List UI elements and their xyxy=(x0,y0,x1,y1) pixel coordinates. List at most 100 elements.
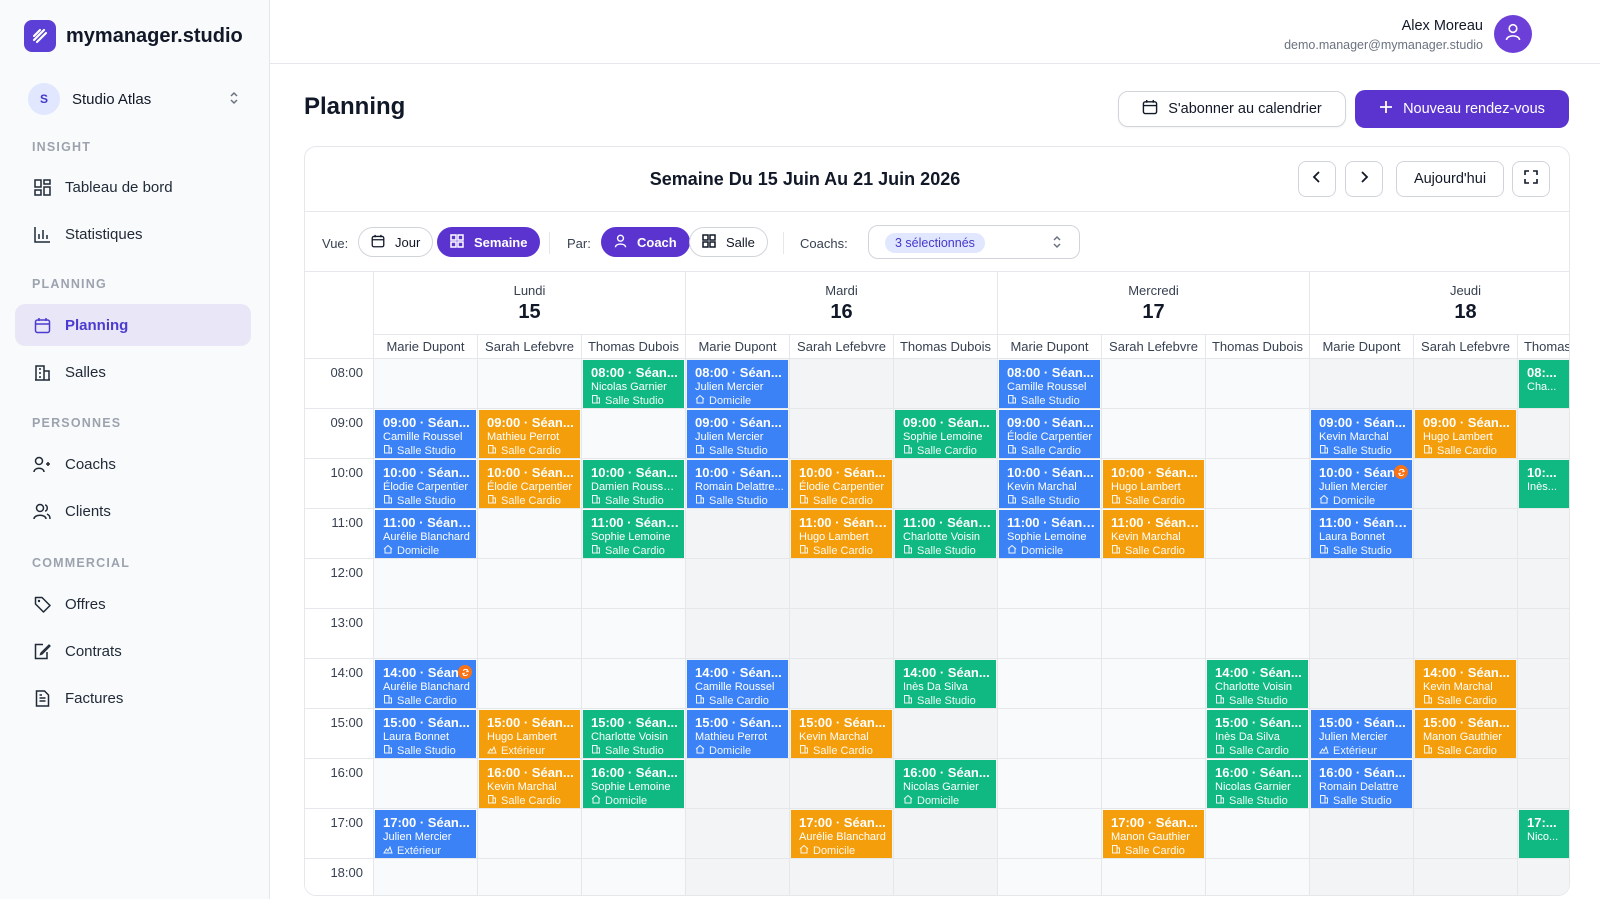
nav-item-planning[interactable]: Planning xyxy=(15,304,251,346)
appointment-event[interactable]: 14:00 · Séan... Kevin Marchal Salle Cardio xyxy=(1415,660,1516,708)
nav-item-tableau-de-bord[interactable]: Tableau de bord xyxy=(15,166,251,208)
calendar-cell[interactable] xyxy=(478,809,582,859)
appointment-event[interactable]: 11:00 · Séanc... Laura Bonnet Salle Studio xyxy=(1311,510,1412,558)
appointment-event[interactable]: 17:... Nico... xyxy=(1519,810,1569,858)
view-day-toggle[interactable]: Jour xyxy=(358,227,434,257)
nav-item-contrats[interactable]: Contrats xyxy=(15,630,251,672)
appointment-event[interactable]: 14:00 · Séan... Camille Roussel Salle Card… xyxy=(687,660,788,708)
appointment-event[interactable]: 14:00 · Séan... Charlotte Voisin Salle Stu… xyxy=(1207,660,1308,708)
appointment-event[interactable]: 15:00 · Séan... Inès Da Silva Salle Cardio xyxy=(1207,710,1308,758)
calendar-cell[interactable] xyxy=(1102,409,1206,459)
appointment-event[interactable]: 09:00 · Séan... Sophie Lemoine Salle Cardi… xyxy=(895,410,996,458)
calendar-cell[interactable] xyxy=(686,759,790,809)
calendar-cell[interactable] xyxy=(1206,359,1310,409)
appointment-event[interactable]: 10:00 · Séan... Élodie Carpentier Salle Ca… xyxy=(479,460,580,508)
calendar-cell[interactable] xyxy=(1518,759,1569,809)
appointment-event[interactable]: 10:00 · Séan... Élodie Carpentier Salle Ca… xyxy=(791,460,892,508)
calendar-cell[interactable] xyxy=(790,559,894,609)
appointment-event[interactable]: 08:00 · Séan... Nicolas Garnier Salle Stud… xyxy=(583,360,684,408)
today-button[interactable]: Aujourd'hui xyxy=(1396,161,1504,197)
calendar-cell[interactable] xyxy=(894,809,998,859)
group-by-room-toggle[interactable]: Salle xyxy=(689,227,768,257)
coaches-filter-select[interactable]: 3 sélectionnés xyxy=(868,225,1080,259)
appointment-event[interactable]: 16:00 · Séan... Kevin Marchal Salle Cardio xyxy=(479,760,580,808)
calendar-cell[interactable] xyxy=(686,609,790,659)
calendar-cell[interactable] xyxy=(478,509,582,559)
calendar-cell[interactable] xyxy=(894,459,998,509)
calendar-cell[interactable] xyxy=(1414,459,1518,509)
fullscreen-button[interactable] xyxy=(1512,161,1550,197)
calendar-cell[interactable] xyxy=(686,559,790,609)
calendar-cell[interactable] xyxy=(1414,359,1518,409)
calendar-cell[interactable] xyxy=(894,359,998,409)
calendar-cell[interactable] xyxy=(1414,809,1518,859)
calendar-cell[interactable] xyxy=(1206,809,1310,859)
calendar-cell[interactable] xyxy=(1518,409,1569,459)
calendar-cell[interactable] xyxy=(1310,559,1414,609)
subscribe-calendar-button[interactable]: S'abonner au calendrier xyxy=(1118,91,1346,127)
calendar-cell[interactable] xyxy=(582,409,686,459)
appointment-event[interactable]: 17:00 · Séan... Aurélie Blanchard Domicile xyxy=(791,810,892,858)
calendar-cell[interactable] xyxy=(1310,859,1414,895)
appointment-event[interactable]: 17:00 · Séan... Manon Gauthier Salle Cardi… xyxy=(1103,810,1204,858)
calendar-cell[interactable] xyxy=(998,609,1102,659)
calendar-cell[interactable] xyxy=(1102,559,1206,609)
appointment-event[interactable]: 15:00 · Séan... Charlotte Voisin Salle Stu… xyxy=(583,710,684,758)
calendar-cell[interactable] xyxy=(1414,609,1518,659)
calendar-cell[interactable] xyxy=(374,759,478,809)
calendar-cell[interactable] xyxy=(478,559,582,609)
appointment-event[interactable]: 15:00 · Séan... Mathieu Perrot Domicile xyxy=(687,710,788,758)
appointment-event[interactable]: 10:00 · Séan... Kevin Marchal Salle Studio xyxy=(999,460,1100,508)
view-week-toggle[interactable]: Semaine xyxy=(437,227,541,257)
calendar-cell[interactable] xyxy=(790,659,894,709)
appointment-event[interactable]: 17:00 · Séan... Julien Mercier Extérieur xyxy=(375,810,476,858)
appointment-event[interactable]: 16:00 · Séan... Sophie Lemoine Domicile xyxy=(583,760,684,808)
appointment-event[interactable]: 10:00 · Séan... Hugo Lambert Salle Cardio xyxy=(1103,460,1204,508)
appointment-event[interactable]: 08:... Cha... xyxy=(1519,360,1569,408)
appointment-event[interactable]: 09:00 · Séan... Camille Roussel Salle Stud… xyxy=(375,410,476,458)
appointment-event[interactable]: 11:00 · Séanc... Hugo Lambert Salle Cardio xyxy=(791,510,892,558)
calendar-cell[interactable] xyxy=(1518,559,1569,609)
appointment-event[interactable]: 10:... Inès... xyxy=(1519,460,1569,508)
calendar-cell[interactable] xyxy=(478,859,582,895)
calendar-cell[interactable] xyxy=(374,559,478,609)
nav-item-statistiques[interactable]: Statistiques xyxy=(15,213,251,255)
new-appointment-button[interactable]: Nouveau rendez-vous xyxy=(1355,90,1569,128)
appointment-event[interactable]: 09:00 · Séan... Élodie Carpentier Salle Ca… xyxy=(999,410,1100,458)
calendar-cell[interactable] xyxy=(686,809,790,859)
calendar-cell[interactable] xyxy=(894,609,998,659)
appointment-event[interactable]: 15:00 · Séan... Hugo Lambert Extérieur xyxy=(479,710,580,758)
calendar-cell[interactable] xyxy=(894,559,998,609)
calendar-cell[interactable] xyxy=(998,709,1102,759)
appointment-event[interactable]: 16:00 · Séan... Nicolas Garnier Salle Stud… xyxy=(1207,760,1308,808)
appointment-event[interactable]: 10:00 · Séan... Romain Delattre... Salle S… xyxy=(687,460,788,508)
appointment-event[interactable]: 11:00 · Séanc... Kevin Marchal Salle Cardi… xyxy=(1103,510,1204,558)
appointment-event[interactable]: 11:00 · Séanc... Sophie Lemoine Domicile xyxy=(999,510,1100,558)
calendar-cell[interactable] xyxy=(1102,709,1206,759)
calendar-cell[interactable] xyxy=(1518,659,1569,709)
appointment-event[interactable]: 09:00 · Séan... Julien Mercier Salle Studi… xyxy=(687,410,788,458)
calendar-cell[interactable] xyxy=(686,859,790,895)
nav-item-coachs[interactable]: Coachs xyxy=(15,443,251,485)
calendar-cell[interactable] xyxy=(894,859,998,895)
nav-item-salles[interactable]: Salles xyxy=(15,351,251,393)
nav-item-clients[interactable]: Clients xyxy=(15,490,251,532)
nav-item-factures[interactable]: Factures xyxy=(15,677,251,719)
calendar-cell[interactable] xyxy=(998,659,1102,709)
appointment-event[interactable]: 11:00 · Séanc... Aurélie Blanchard Domicil… xyxy=(375,510,476,558)
calendar-cell[interactable] xyxy=(1206,859,1310,895)
calendar-cell[interactable] xyxy=(582,859,686,895)
appointment-event[interactable]: 08:00 · Séan... Julien Mercier Domicile xyxy=(687,360,788,408)
calendar-cell[interactable] xyxy=(998,859,1102,895)
calendar-cell[interactable] xyxy=(1206,459,1310,509)
appointment-event[interactable]: 09:00 · Séan... Kevin Marchal Salle Studio xyxy=(1311,410,1412,458)
appointment-event[interactable]: 10:00 · Séan Julien Mercier Domicile xyxy=(1311,460,1412,508)
calendar-cell[interactable] xyxy=(1102,859,1206,895)
calendar-cell[interactable] xyxy=(1102,609,1206,659)
appointment-event[interactable]: 11:00 · Séanc... Charlotte Voisin Salle St… xyxy=(895,510,996,558)
appointment-event[interactable]: 09:00 · Séan... Hugo Lambert Salle Cardio xyxy=(1415,410,1516,458)
appointment-event[interactable]: 10:00 · Séan... Damien Rousseau Salle Stud… xyxy=(583,460,684,508)
calendar-cell[interactable] xyxy=(790,359,894,409)
appointment-event[interactable]: 16:00 · Séan... Nicolas Garnier Domicile xyxy=(895,760,996,808)
calendar-cell[interactable] xyxy=(998,809,1102,859)
